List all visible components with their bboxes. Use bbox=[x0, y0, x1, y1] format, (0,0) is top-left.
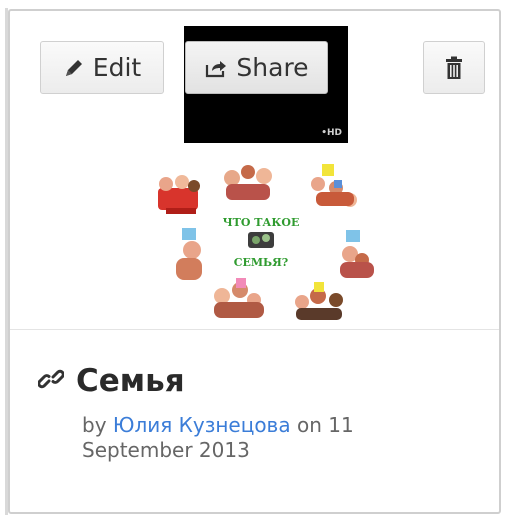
item-meta: by Юлия Кузнецова on 11 September 2013 bbox=[82, 413, 462, 463]
link-icon bbox=[37, 366, 65, 396]
figure-cluster bbox=[158, 175, 200, 214]
item-card: •HD Edit Share ЧТО ТАКОЕ СЕМЬЯ? Семья by… bbox=[5, 8, 501, 515]
edit-button-label: Edit bbox=[92, 53, 142, 82]
share-button[interactable]: Share bbox=[185, 41, 328, 94]
preview-area: •HD Edit Share ЧТО ТАКОЕ СЕМЬЯ? bbox=[10, 11, 499, 329]
date-prefix: on bbox=[296, 413, 322, 437]
author-link[interactable]: Юлия Кузнецова bbox=[113, 413, 291, 437]
trash-icon bbox=[445, 56, 463, 80]
delete-button[interactable] bbox=[423, 41, 485, 94]
by-prefix: by bbox=[82, 413, 107, 437]
item-title[interactable]: Семья bbox=[76, 363, 185, 399]
pencil-icon bbox=[63, 57, 85, 79]
clipart-caption-bottom: СЕМЬЯ? bbox=[234, 256, 289, 269]
item-title-row: Семья bbox=[37, 363, 185, 399]
hd-badge-icon: •HD bbox=[321, 128, 342, 138]
clipart-caption-top: ЧТО ТАКОЕ bbox=[223, 216, 300, 229]
share-icon bbox=[204, 57, 228, 79]
edit-button[interactable]: Edit bbox=[40, 41, 164, 94]
share-button-label: Share bbox=[236, 53, 309, 82]
divider bbox=[10, 329, 499, 330]
family-clipart-image: ЧТО ТАКОЕ СЕМЬЯ? bbox=[158, 164, 374, 320]
